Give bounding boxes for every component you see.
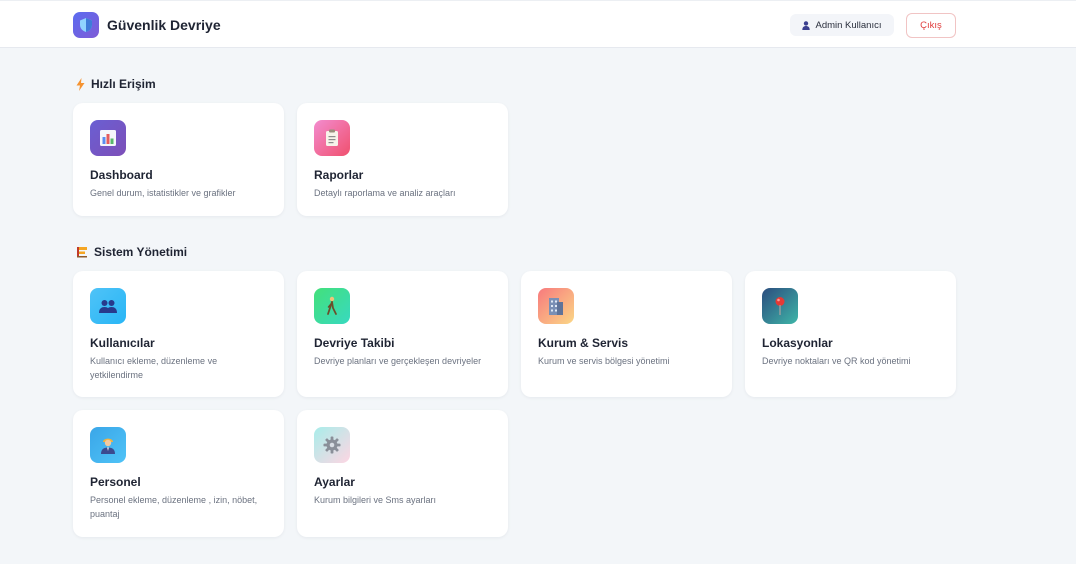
card-description: Kullanıcı ekleme, düzenleme ve yetkilend… <box>90 356 218 380</box>
section-title-quick-access: Hızlı Erişim <box>76 77 156 91</box>
card-title: Ayarlar <box>314 475 355 489</box>
user-icon <box>802 20 811 30</box>
card-personel[interactable]: Personel Personel ekleme, düzenleme , iz… <box>73 410 284 537</box>
users-icon <box>90 288 126 324</box>
card-kullanicilar[interactable]: Kullanıcılar Kullanıcı ekleme, düzenleme… <box>73 271 284 397</box>
bar-chart-icon <box>90 120 126 156</box>
app-title: Güvenlik Devriye <box>107 17 221 33</box>
card-description: Personel ekleme, düzenleme , izin, nöbet… <box>90 495 258 519</box>
section-title-system-management: Sistem Yönetimi <box>76 245 187 259</box>
logout-button[interactable]: Çıkış <box>906 13 956 38</box>
card-description: Kurum bilgileri ve Sms ayarları <box>314 495 437 505</box>
map-pin-icon <box>762 288 798 324</box>
management-icon <box>76 246 88 258</box>
user-menu[interactable]: Admin Kullanıcı <box>790 14 894 36</box>
building-icon <box>538 288 574 324</box>
card-title: Lokasyonlar <box>762 336 833 350</box>
card-description: Devriye noktaları ve QR kod yönetimi <box>762 356 911 366</box>
card-devriye-takibi[interactable]: Devriye Takibi Devriye planları ve gerçe… <box>297 271 508 397</box>
top-navbar: Güvenlik Devriye Admin Kullanıcı Çıkış <box>0 0 1076 48</box>
card-title: Raporlar <box>314 168 364 182</box>
card-title: Kurum & Servis <box>538 336 629 350</box>
card-description: Kurum ve servis bölgesi yönetimi <box>538 356 670 366</box>
user-name: Admin Kullanıcı <box>815 19 882 31</box>
shield-icon <box>73 12 99 38</box>
card-description: Detaylı raporlama ve analiz araçları <box>314 188 456 198</box>
section-label: Sistem Yönetimi <box>94 245 188 259</box>
card-title: Kullanıcılar <box>90 336 155 350</box>
card-dashboard[interactable]: Dashboard Genel durum, istatistikler ve … <box>73 103 284 216</box>
clipboard-icon <box>314 120 350 156</box>
card-title: Dashboard <box>90 168 153 182</box>
staff-icon <box>90 427 126 463</box>
card-description: Genel durum, istatistikler ve grafikler <box>90 188 236 198</box>
walking-person-icon <box>314 288 350 324</box>
section-label: Hızlı Erişim <box>91 77 156 91</box>
card-title: Devriye Takibi <box>314 336 395 350</box>
lightning-icon <box>76 77 85 91</box>
card-lokasyonlar[interactable]: Lokasyonlar Devriye noktaları ve QR kod … <box>745 271 956 397</box>
brand[interactable]: Güvenlik Devriye <box>73 12 221 38</box>
card-raporlar[interactable]: Raporlar Detaylı raporlama ve analiz ara… <box>297 103 508 216</box>
card-title: Personel <box>90 475 141 489</box>
card-kurum-servis[interactable]: Kurum & Servis Kurum ve servis bölgesi y… <box>521 271 732 397</box>
gear-icon <box>314 427 350 463</box>
card-ayarlar[interactable]: Ayarlar Kurum bilgileri ve Sms ayarları <box>297 410 508 537</box>
card-description: Devriye planları ve gerçekleşen devriyel… <box>314 356 482 366</box>
